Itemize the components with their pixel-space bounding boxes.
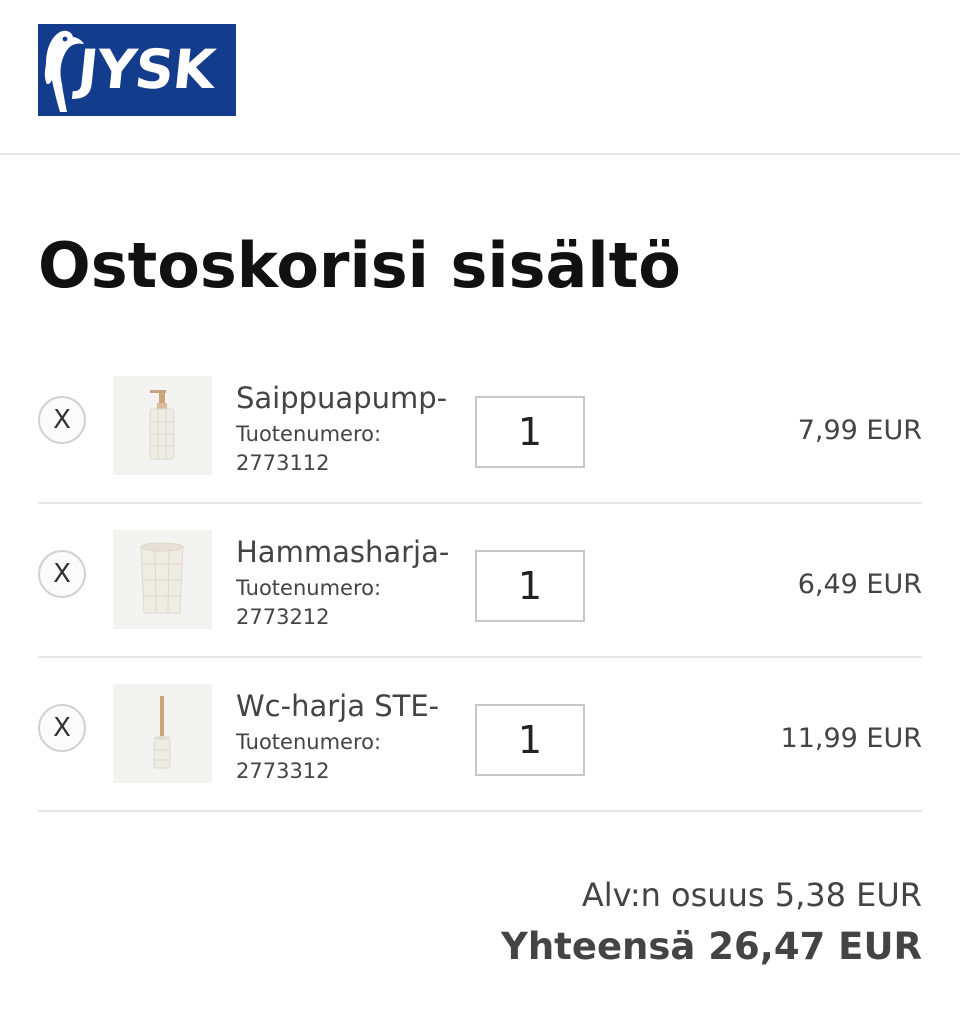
sku-value: 2773212 — [236, 605, 330, 629]
product-image[interactable] — [113, 684, 212, 783]
product-name[interactable]: Saippuapump- — [236, 380, 447, 416]
item-price: 7,99 EUR — [797, 415, 922, 446]
order-summary: Alv:n osuus 5,38 EUR Yhteensä 26,47 EUR — [501, 872, 922, 976]
remove-item-button[interactable]: X — [38, 396, 86, 444]
logo-wordmark: JYSK — [74, 38, 218, 101]
close-icon: X — [53, 559, 71, 589]
sku-label: Tuotenumero: — [236, 730, 382, 754]
sku-label: Tuotenumero: — [236, 576, 382, 600]
quantity-input[interactable] — [475, 550, 585, 622]
page-title: Ostoskorisi sisältö — [38, 229, 681, 302]
product-name[interactable]: Hammasharja- — [236, 534, 449, 570]
item-price: 11,99 EUR — [780, 723, 922, 754]
item-price: 6,49 EUR — [797, 569, 922, 600]
product-image[interactable] — [113, 530, 212, 629]
product-image[interactable] — [113, 376, 212, 475]
toilet-brush-icon — [153, 696, 171, 769]
order-total: Yhteensä 26,47 EUR — [501, 925, 922, 968]
cart-item: X Wc-harja STE- Tuotenumero: 2773312 11,… — [38, 658, 922, 812]
sku-value: 2773312 — [236, 759, 330, 783]
quantity-input[interactable] — [475, 704, 585, 776]
sku-label: Tuotenumero: — [236, 422, 382, 446]
close-icon: X — [53, 713, 71, 743]
jysk-logo[interactable]: JYSK — [38, 24, 236, 116]
sku-value: 2773112 — [236, 451, 330, 475]
remove-item-button[interactable]: X — [38, 704, 86, 752]
cart-item: X Hammasharja- Tuotenumero: 2773212 6,49… — [38, 504, 922, 658]
cart-items-list: X Saippuapump- Tuotenumero: 2773112 7,99… — [38, 350, 922, 812]
close-icon: X — [53, 405, 71, 435]
toothbrush-cup-icon — [140, 542, 184, 614]
product-name[interactable]: Wc-harja STE- — [236, 688, 439, 724]
quantity-input[interactable] — [475, 396, 585, 468]
vat-amount: Alv:n osuus 5,38 EUR — [581, 876, 922, 914]
site-header: JYSK — [0, 0, 960, 155]
remove-item-button[interactable]: X — [38, 550, 86, 598]
cart-item: X Saippuapump- Tuotenumero: 2773112 7,99… — [38, 350, 922, 504]
soap-dispenser-icon — [149, 390, 175, 460]
